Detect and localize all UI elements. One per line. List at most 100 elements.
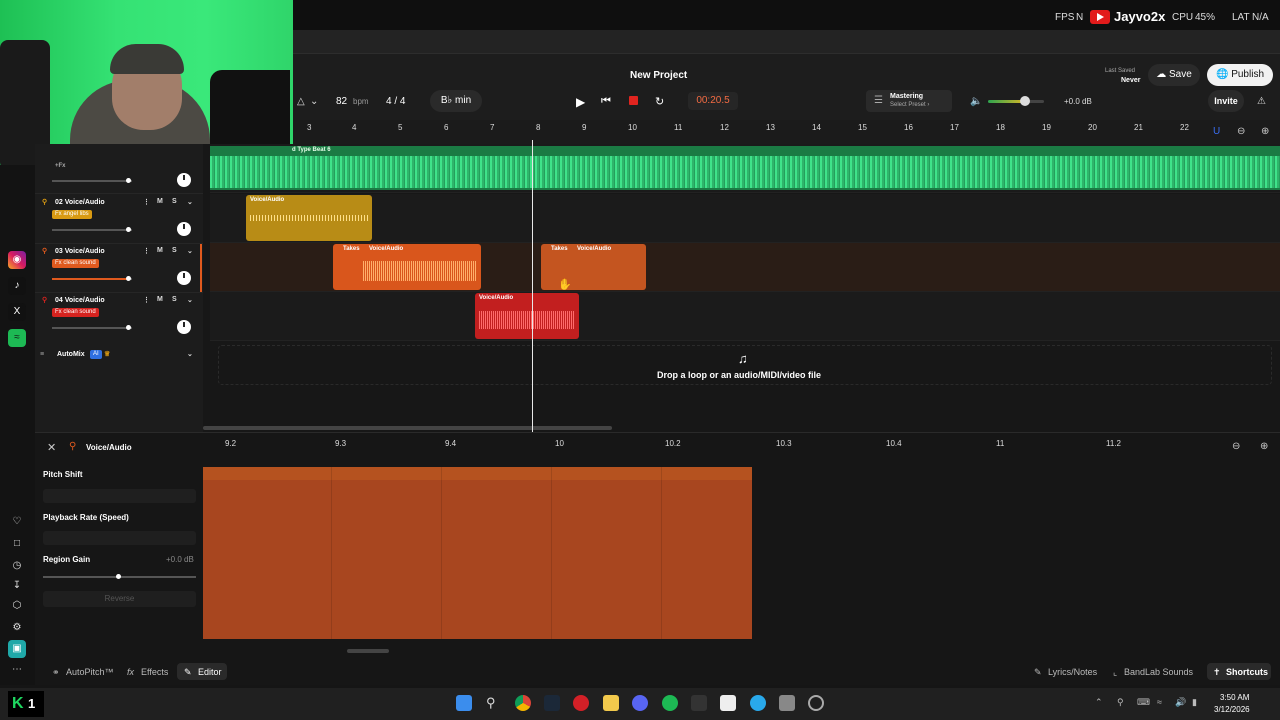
zoom-out-icon[interactable]: ⊖ [1237,126,1245,137]
spotify-icon[interactable] [662,695,678,711]
track-2-menu[interactable]: ⋮ [143,198,150,206]
reverse-button[interactable]: Reverse [43,591,196,607]
x-icon[interactable]: X [8,303,26,321]
track-3-expand[interactable]: ⌄ [187,247,193,255]
master-volume-slider[interactable] [988,100,1044,103]
track-1-fx[interactable]: +Fx [55,163,66,169]
track-1-volume-knob[interactable] [126,178,131,183]
chevron-up-icon[interactable]: ⌃ [1095,697,1103,708]
windows-start-icon[interactable] [456,695,472,711]
track-4-mute[interactable]: M [157,296,163,303]
loop-button[interactable]: ↻ [655,95,664,108]
epic-icon[interactable] [691,695,707,711]
track-2-mic-icon[interactable]: ⚲ [42,198,47,206]
metronome-icon[interactable]: △ [297,96,305,107]
track-4-menu[interactable]: ⋮ [143,296,150,304]
obs-icon[interactable] [808,695,824,711]
track-2-name[interactable]: 02 Voice/Audio [55,199,105,206]
region-track-4[interactable]: Voice/Audio [475,293,579,339]
editor-scrollbar[interactable] [347,649,389,653]
volume-icon[interactable]: 🔊 [1175,697,1186,708]
playback-rate-stepper[interactable] [43,531,196,545]
track-3-solo[interactable]: S [172,247,177,254]
track-2-mute[interactable]: M [157,198,163,205]
track-2-volume[interactable] [52,229,132,231]
chat-icon[interactable]: □ [8,535,26,553]
track-4-volume[interactable] [52,327,132,329]
chevron-down-icon[interactable]: ⌄ [310,96,318,107]
app-icon[interactable] [779,695,795,711]
automix-expand-icon[interactable]: ⌄ [187,350,193,358]
search-icon[interactable]: ⚲ [486,695,502,711]
spotify-icon[interactable]: ≈ [8,329,26,347]
track-3-pan-knob[interactable] [177,271,191,285]
track-3-name[interactable]: 03 Voice/Audio [55,248,105,255]
battery-icon[interactable]: ▮ [1192,697,1197,708]
track-2-volume-knob[interactable] [126,227,131,232]
steam-icon[interactable] [544,695,560,711]
app-icon[interactable]: ▣ [8,640,26,658]
speaker-icon[interactable]: 🔈 [970,96,982,107]
timeline-ruler[interactable] [293,120,1207,144]
publish-button[interactable]: 🌐 Publish [1207,64,1273,86]
region-track-3a[interactable]: Takes Voice/Audio [333,244,481,290]
record-button[interactable] [629,96,638,105]
track-4-fx[interactable]: Fx clean sound [52,308,99,317]
discord-icon[interactable] [632,695,648,711]
gear-icon[interactable]: ⚙ [8,619,26,637]
clock-time[interactable]: 3:50 AM [1220,693,1249,702]
editor-tab[interactable]: Editor [198,667,222,677]
track-4-expand[interactable]: ⌄ [187,296,193,304]
key-selector[interactable]: B♭ min [430,90,482,112]
telegram-icon[interactable] [750,695,766,711]
track-2-fx[interactable]: Fx angel libs [52,210,92,219]
download-icon[interactable]: ↧ [8,577,26,595]
more-icon[interactable]: ⋯ [8,661,26,679]
region-track-2[interactable]: Voice/Audio [246,195,372,241]
automix-label[interactable]: AutoMix [57,351,85,358]
heart-icon[interactable]: ♡ [8,513,26,531]
track-4-volume-knob[interactable] [126,325,131,330]
opera-icon[interactable] [573,695,589,711]
bandlab-sounds-button[interactable]: BandLab Sounds [1124,667,1193,677]
track-3-volume[interactable] [52,278,132,280]
magnet-icon[interactable]: U [1213,126,1220,137]
editor-zoom-in-icon[interactable]: ⊕ [1260,441,1268,452]
track-4-mic-icon[interactable]: ⚲ [42,296,47,304]
track-2-solo[interactable]: S [172,198,177,205]
editor-zoom-out-icon[interactable]: ⊖ [1232,441,1240,452]
tiktok-icon[interactable]: ♪ [8,277,26,295]
track-3-mic-icon[interactable]: ⚲ [42,247,47,255]
wifi-icon[interactable]: ≈ [1157,697,1162,707]
editor-region[interactable] [203,467,752,639]
track-1-pan-knob[interactable] [177,173,191,187]
track-3-menu[interactable]: ⋮ [143,247,150,255]
notepad-icon[interactable] [720,695,736,711]
region-beat[interactable]: d Type Beat 6 [210,146,1280,190]
track-4-pan-knob[interactable] [177,320,191,334]
track-3-mute[interactable]: M [157,247,163,254]
track-4-name[interactable]: 04 Voice/Audio [55,297,105,304]
keyboard-icon[interactable]: ⌨ [1137,697,1150,708]
track-3-fx[interactable]: Fx clean sound [52,259,99,268]
time-signature[interactable]: 4 / 4 [386,96,405,107]
lane-4[interactable] [210,292,1280,341]
track-3-volume-knob[interactable] [126,276,131,281]
track-2-pan-knob[interactable] [177,222,191,236]
timeline-scrollbar[interactable] [203,426,612,430]
region-track-3b[interactable]: Takes Voice/Audio [541,244,646,290]
project-title[interactable]: New Project [630,70,687,81]
effects-tab[interactable]: Effects [141,667,168,677]
clock-date[interactable]: 3/12/2026 [1214,705,1250,714]
zoom-in-icon[interactable]: ⊕ [1261,126,1269,137]
track-1-volume[interactable] [52,180,132,182]
chrome-icon[interactable] [515,695,531,711]
skip-back-button[interactable]: ⏮ [601,95,611,108]
bell-icon[interactable]: ⚠ [1257,96,1266,107]
shortcuts-button[interactable]: Shortcuts [1226,667,1268,677]
master-volume-knob[interactable] [1020,96,1030,106]
mic-icon[interactable]: ⚲ [1117,697,1124,708]
instagram-icon[interactable]: ◉ [8,251,26,269]
pitch-shift-stepper[interactable] [43,489,196,503]
lyrics-button[interactable]: Lyrics/Notes [1048,667,1097,677]
